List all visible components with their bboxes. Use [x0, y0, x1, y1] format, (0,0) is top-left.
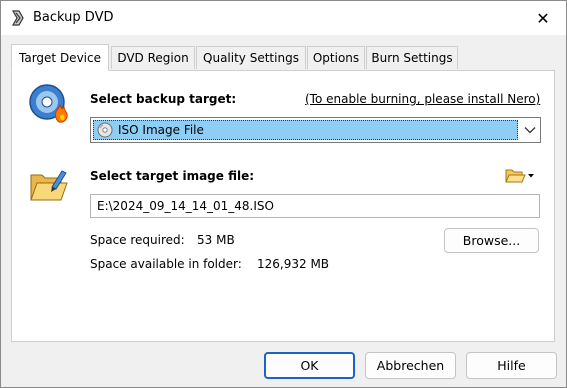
- tab-label: Quality Settings: [203, 51, 299, 65]
- image-path-value: E:\2024_09_14_14_01_48.ISO: [97, 199, 274, 213]
- space-required-value: 53 MB: [197, 233, 235, 247]
- close-icon: ✕: [536, 8, 550, 28]
- selected-option-label: ISO Image File: [118, 123, 204, 137]
- disc-icon: [97, 122, 113, 138]
- help-button-label: Hilfe: [497, 358, 526, 373]
- dvd-burn-icon: [28, 83, 70, 125]
- tab-quality-settings[interactable]: Quality Settings: [196, 46, 306, 69]
- close-button[interactable]: ✕: [520, 1, 566, 35]
- backup-dvd-dialog: Backup DVD ✕ Target Device DVD Region Qu…: [0, 0, 567, 388]
- cancel-button-label: Abbrechen: [376, 358, 445, 373]
- space-available-value: 126,932 MB: [257, 257, 330, 271]
- image-file-heading: Select target image file:: [90, 169, 255, 183]
- backup-target-heading: Select backup target:: [90, 92, 237, 106]
- browse-button[interactable]: Browse...: [444, 228, 539, 253]
- install-nero-link[interactable]: (To enable burning, please install Nero): [305, 92, 540, 106]
- space-available-label: Space available in folder:: [90, 257, 242, 271]
- browse-button-label: Browse...: [462, 233, 521, 248]
- folder-dropdown-button[interactable]: [504, 165, 536, 185]
- tab-target-device[interactable]: Target Device: [11, 44, 109, 71]
- tab-label: Burn Settings: [371, 51, 453, 65]
- chevron-down-icon[interactable]: [519, 118, 540, 142]
- window-title: Backup DVD: [33, 10, 114, 25]
- combo-selection: ISO Image File: [93, 120, 518, 140]
- tab-label: Target Device: [19, 50, 101, 65]
- backup-target-select[interactable]: ISO Image File: [90, 117, 541, 143]
- tab-options[interactable]: Options: [307, 46, 365, 69]
- title-bar: Backup DVD ✕: [1, 1, 566, 35]
- space-required-label: Space required:: [90, 233, 185, 247]
- tab-label: Options: [312, 51, 360, 65]
- tab-dvd-region[interactable]: DVD Region: [111, 46, 195, 69]
- help-button[interactable]: Hilfe: [466, 352, 557, 379]
- backup-dvd-app-icon: [9, 9, 27, 27]
- ok-button[interactable]: OK: [264, 352, 355, 379]
- target-device-panel: Select backup target: (To enable burning…: [11, 70, 555, 342]
- cancel-button[interactable]: Abbrechen: [365, 352, 456, 379]
- ok-button-label: OK: [300, 358, 319, 373]
- tab-burn-settings[interactable]: Burn Settings: [366, 46, 458, 69]
- folder-edit-icon: [28, 167, 70, 205]
- tab-label: DVD Region: [117, 51, 189, 65]
- image-path-input[interactable]: E:\2024_09_14_14_01_48.ISO: [90, 194, 540, 218]
